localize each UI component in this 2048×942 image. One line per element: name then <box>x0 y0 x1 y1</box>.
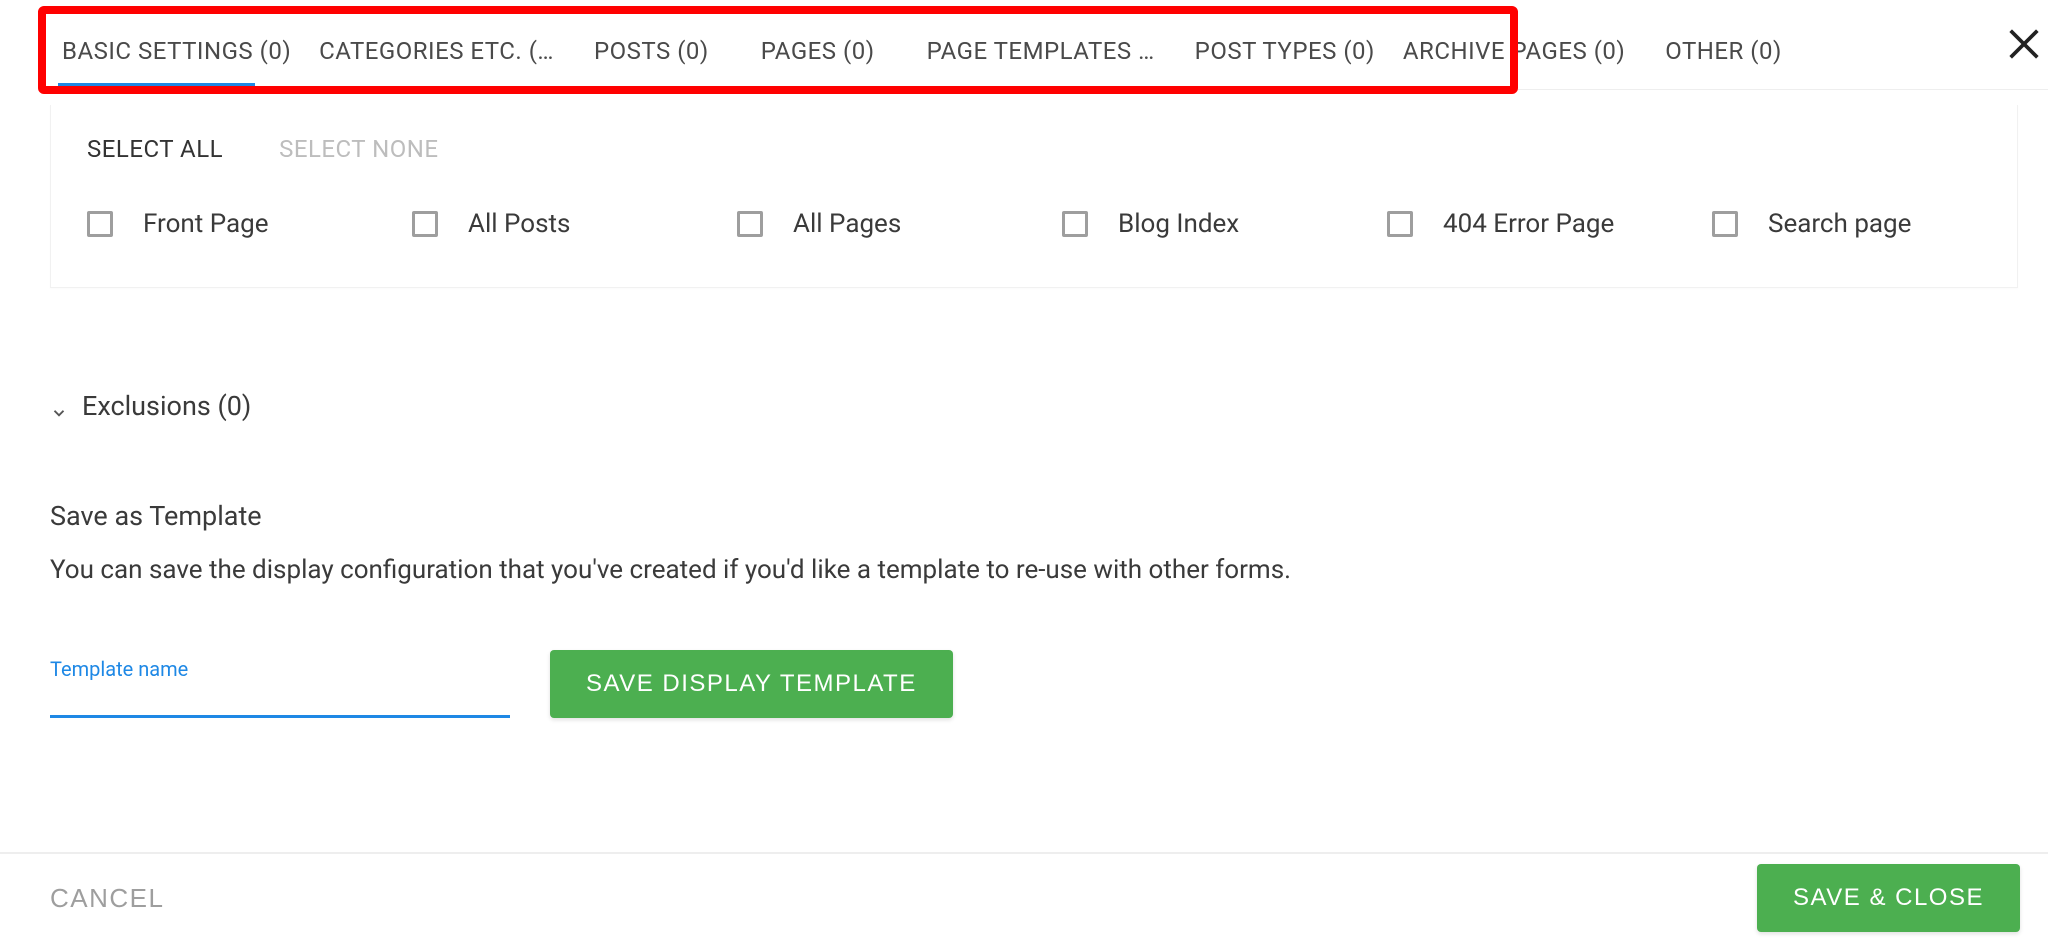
select-none-button[interactable]: SELECT NONE <box>279 135 438 163</box>
checkbox-item-front-page[interactable]: Front Page <box>87 209 412 239</box>
save-template-section: Save as Template You can save the displa… <box>50 500 1998 588</box>
close-button[interactable] <box>2004 26 2044 66</box>
checkbox-label: Search page <box>1768 209 1911 239</box>
checkbox-search-page[interactable] <box>1712 211 1738 237</box>
checkbox-item-blog-index[interactable]: Blog Index <box>1062 209 1387 239</box>
close-icon <box>2004 24 2044 68</box>
tab-page-templates[interactable]: PAGE TEMPLATES … <box>901 13 1181 87</box>
checkbox-label: Front Page <box>143 209 269 239</box>
save-close-button[interactable]: SAVE & CLOSE <box>1757 864 2020 932</box>
template-name-label: Template name <box>50 657 510 681</box>
tab-row: BASIC SETTINGS (0) CATEGORIES ETC. (… PO… <box>38 10 2048 90</box>
tab-posts[interactable]: POSTS (0) <box>568 13 735 87</box>
checkbox-item-404[interactable]: 404 Error Page <box>1387 209 1712 239</box>
tab-other[interactable]: OTHER (0) <box>1639 13 1808 87</box>
checkbox-row: Front Page All Posts All Pages Blog Inde… <box>75 209 1993 239</box>
save-template-description: You can save the display configuration t… <box>50 552 1998 588</box>
checkbox-label: 404 Error Page <box>1443 209 1614 239</box>
checkbox-all-posts[interactable] <box>412 211 438 237</box>
chevron-down-icon <box>50 397 68 415</box>
exclusions-toggle[interactable]: Exclusions (0) <box>50 390 251 422</box>
tab-pages[interactable]: PAGES (0) <box>735 13 901 87</box>
checkbox-item-all-posts[interactable]: All Posts <box>412 209 737 239</box>
tab-basic-settings[interactable]: BASIC SETTINGS (0) <box>48 13 305 87</box>
select-actions: SELECT ALL SELECT NONE <box>75 135 1993 163</box>
checkbox-all-pages[interactable] <box>737 211 763 237</box>
checkbox-item-all-pages[interactable]: All Pages <box>737 209 1062 239</box>
cancel-button[interactable]: CANCEL <box>50 883 164 914</box>
tab-post-types[interactable]: POST TYPES (0) <box>1181 13 1389 87</box>
exclusions-label: Exclusions (0) <box>82 390 251 422</box>
footer-bar: CANCEL SAVE & CLOSE <box>0 852 2048 942</box>
tab-categories[interactable]: CATEGORIES ETC. (… <box>305 13 568 87</box>
select-all-button[interactable]: SELECT ALL <box>87 135 223 163</box>
template-input-row: Template name SAVE DISPLAY TEMPLATE <box>50 650 953 718</box>
save-template-title: Save as Template <box>50 500 1998 532</box>
checkbox-label: Blog Index <box>1118 209 1239 239</box>
basic-settings-panel: SELECT ALL SELECT NONE Front Page All Po… <box>50 105 2018 288</box>
checkbox-front-page[interactable] <box>87 211 113 237</box>
save-display-template-button[interactable]: SAVE DISPLAY TEMPLATE <box>550 650 953 718</box>
template-name-field[interactable]: Template name <box>50 657 510 718</box>
tabs-container: BASIC SETTINGS (0) CATEGORIES ETC. (… PO… <box>38 13 1808 87</box>
checkbox-404[interactable] <box>1387 211 1413 237</box>
template-name-input[interactable] <box>50 715 510 718</box>
checkbox-item-search-page[interactable]: Search page <box>1712 209 1911 239</box>
checkbox-label: All Posts <box>468 209 570 239</box>
checkbox-blog-index[interactable] <box>1062 211 1088 237</box>
checkbox-label: All Pages <box>793 209 901 239</box>
tab-archive-pages[interactable]: ARCHIVE PAGES (0) <box>1389 13 1639 87</box>
